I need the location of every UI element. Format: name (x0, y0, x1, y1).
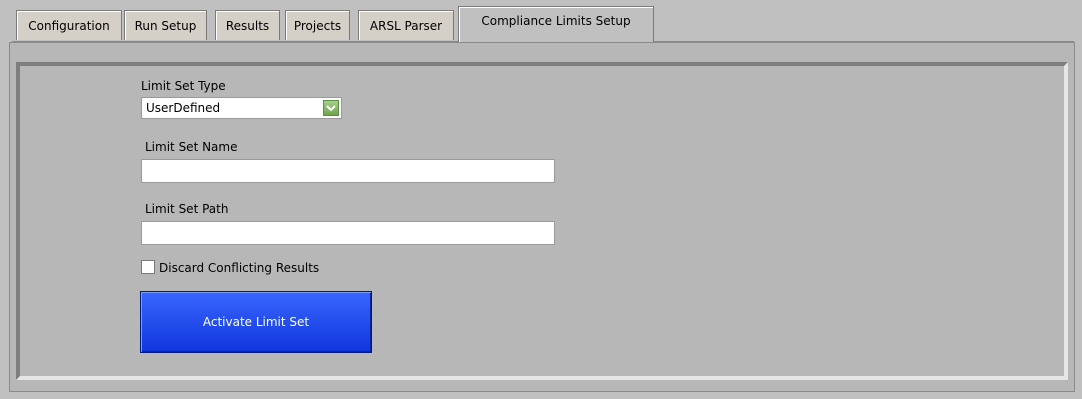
limit-set-type-dropdown[interactable]: UserDefined (141, 97, 342, 119)
discard-conflicting-results-checkbox[interactable] (141, 260, 155, 274)
limit-set-type-value: UserDefined (146, 101, 221, 115)
limit-set-path-label: Limit Set Path (145, 202, 229, 216)
limit-set-name-input[interactable] (141, 159, 555, 183)
limit-set-name-label: Limit Set Name (145, 140, 238, 154)
activate-limit-set-button[interactable]: Activate Limit Set (140, 291, 372, 353)
tab-compliance-limits-setup[interactable]: Compliance Limits Setup (458, 6, 654, 42)
tab-configuration[interactable]: Configuration (16, 10, 122, 40)
tab-arsl-parser[interactable]: ARSL Parser (358, 10, 454, 40)
discard-conflicting-results-label: Discard Conflicting Results (159, 261, 320, 275)
tab-projects[interactable]: Projects (285, 10, 350, 40)
chevron-down-icon[interactable] (323, 100, 339, 116)
tab-run-setup[interactable]: Run Setup (124, 10, 207, 40)
tab-results[interactable]: Results (215, 10, 280, 40)
tab-bar: Configuration Run Setup Results Projects… (0, 0, 1082, 42)
limit-set-type-label: Limit Set Type (141, 79, 226, 93)
limit-set-path-input[interactable] (141, 221, 555, 245)
